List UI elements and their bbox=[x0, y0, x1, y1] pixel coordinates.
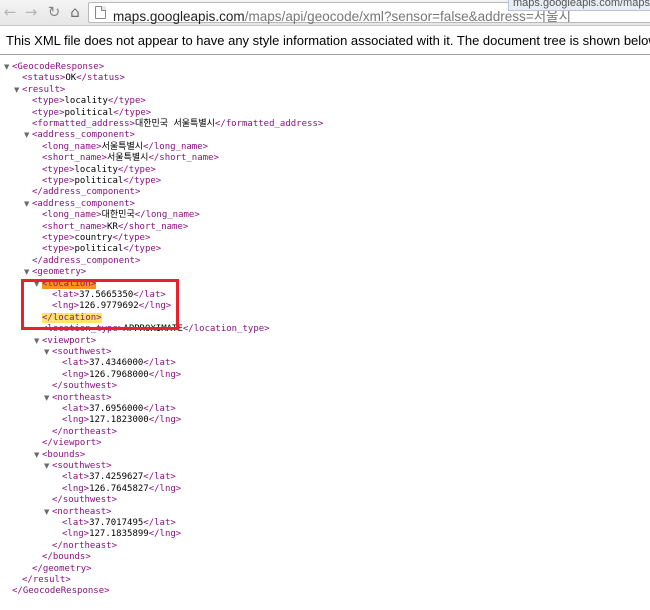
xml-line: <address_component> bbox=[32, 130, 135, 141]
divider bbox=[0, 54, 650, 55]
annotation-highlight-box bbox=[21, 279, 179, 330]
back-arrow-icon[interactable]: ← bbox=[1, 3, 19, 21]
xml-line: <lat>37.4259627</lat> bbox=[62, 472, 176, 483]
xml-line: <GeocodeResponse> bbox=[12, 62, 105, 72]
xml-line: </GeocodeResponse> bbox=[12, 586, 110, 597]
xml-line: <result> bbox=[22, 84, 66, 95]
forward-arrow-icon[interactable]: → bbox=[22, 3, 40, 21]
collapse-triangle-icon[interactable]: ▼ bbox=[24, 267, 32, 278]
xml-line: <southwest> bbox=[52, 347, 112, 357]
url-host: maps.googleapis.com bbox=[113, 9, 245, 24]
xml-line: </address_component> bbox=[32, 255, 141, 266]
collapse-triangle-icon[interactable]: ▼ bbox=[44, 393, 52, 404]
home-icon[interactable]: ⌂ bbox=[66, 3, 84, 21]
collapse-triangle-icon[interactable]: ▼ bbox=[34, 450, 42, 461]
xml-line: <type>political</type> bbox=[42, 176, 162, 186]
xml-line: <formatted_address>대한민국 서울특별시</formatted… bbox=[32, 119, 324, 129]
xml-line: <lat>37.4346000</lat> bbox=[62, 358, 176, 369]
xml-line: <lng>126.7968000</lng> bbox=[62, 369, 182, 380]
collapse-triangle-icon[interactable]: ▼ bbox=[44, 507, 52, 518]
url-text[interactable]: maps.googleapis.com/maps/api/geocode/xml… bbox=[113, 5, 571, 25]
browser-toolbar: ← → ↻ ⌂ maps.googleapis.com/maps/api/geo… bbox=[0, 0, 650, 26]
collapse-triangle-icon[interactable]: ▼ bbox=[34, 336, 42, 347]
xml-line: <northeast> bbox=[52, 392, 112, 403]
xml-line: </southwest> bbox=[52, 381, 118, 392]
page-icon bbox=[95, 6, 106, 19]
xml-line: </bounds> bbox=[42, 552, 91, 563]
xml-line: </address_component> bbox=[32, 187, 141, 198]
xml-line: <viewport> bbox=[42, 335, 97, 346]
xml-line: <long_name>대한민국</long_name> bbox=[42, 210, 200, 221]
xml-line: <type>political</type> bbox=[42, 244, 162, 255]
xml-line: <lng>126.7645827</lng> bbox=[62, 483, 182, 494]
xml-line: </result> bbox=[22, 575, 71, 585]
xml-line: <type>locality</type> bbox=[32, 96, 146, 107]
collapse-triangle-icon[interactable]: ▼ bbox=[14, 85, 22, 96]
xml-line: <long_name>서울특별시</long_name> bbox=[42, 141, 209, 152]
xml-line: <bounds> bbox=[42, 449, 86, 460]
xml-line: </viewport> bbox=[42, 438, 102, 449]
xml-style-notice: This XML file does not appear to have an… bbox=[6, 33, 650, 48]
xml-line: <northeast> bbox=[52, 506, 112, 517]
xml-line: <type>country</type> bbox=[42, 233, 151, 243]
collapse-triangle-icon[interactable]: ▼ bbox=[44, 347, 52, 358]
xml-line: <geometry> bbox=[32, 267, 87, 278]
xml-line: <lat>37.6956000</lat> bbox=[62, 404, 176, 414]
xml-line: <status>OK</status> bbox=[22, 73, 125, 84]
xml-line: <lng>127.1835899</lng> bbox=[62, 529, 182, 540]
hover-url-tooltip: maps.googleapis.com/maps/api/ bbox=[508, 0, 650, 11]
reload-icon[interactable]: ↻ bbox=[45, 3, 63, 21]
xml-line: </southwest> bbox=[52, 495, 118, 506]
xml-line: <lat>37.7017495</lat> bbox=[62, 518, 176, 528]
xml-line: </geometry> bbox=[32, 563, 92, 574]
xml-line: </northeast> bbox=[52, 540, 118, 551]
xml-line: <lng>127.1823000</lng> bbox=[62, 415, 182, 426]
xml-line: <address_component> bbox=[32, 198, 135, 209]
xml-line: <short_name>KR</short_name> bbox=[42, 221, 189, 232]
xml-line: <type>locality</type> bbox=[42, 164, 156, 175]
xml-line: <short_name>서울특별시</short_name> bbox=[42, 153, 219, 164]
collapse-triangle-icon[interactable]: ▼ bbox=[4, 62, 12, 73]
xml-line: <southwest> bbox=[52, 461, 112, 471]
collapse-triangle-icon[interactable]: ▼ bbox=[44, 461, 52, 472]
collapse-triangle-icon[interactable]: ▼ bbox=[24, 130, 32, 141]
url-path: /maps/api/geocode/xml?sensor=false&addre… bbox=[244, 9, 572, 24]
xml-line: <type>political</type> bbox=[32, 107, 152, 118]
xml-line: </northeast> bbox=[52, 426, 118, 437]
collapse-triangle-icon[interactable]: ▼ bbox=[24, 199, 32, 210]
